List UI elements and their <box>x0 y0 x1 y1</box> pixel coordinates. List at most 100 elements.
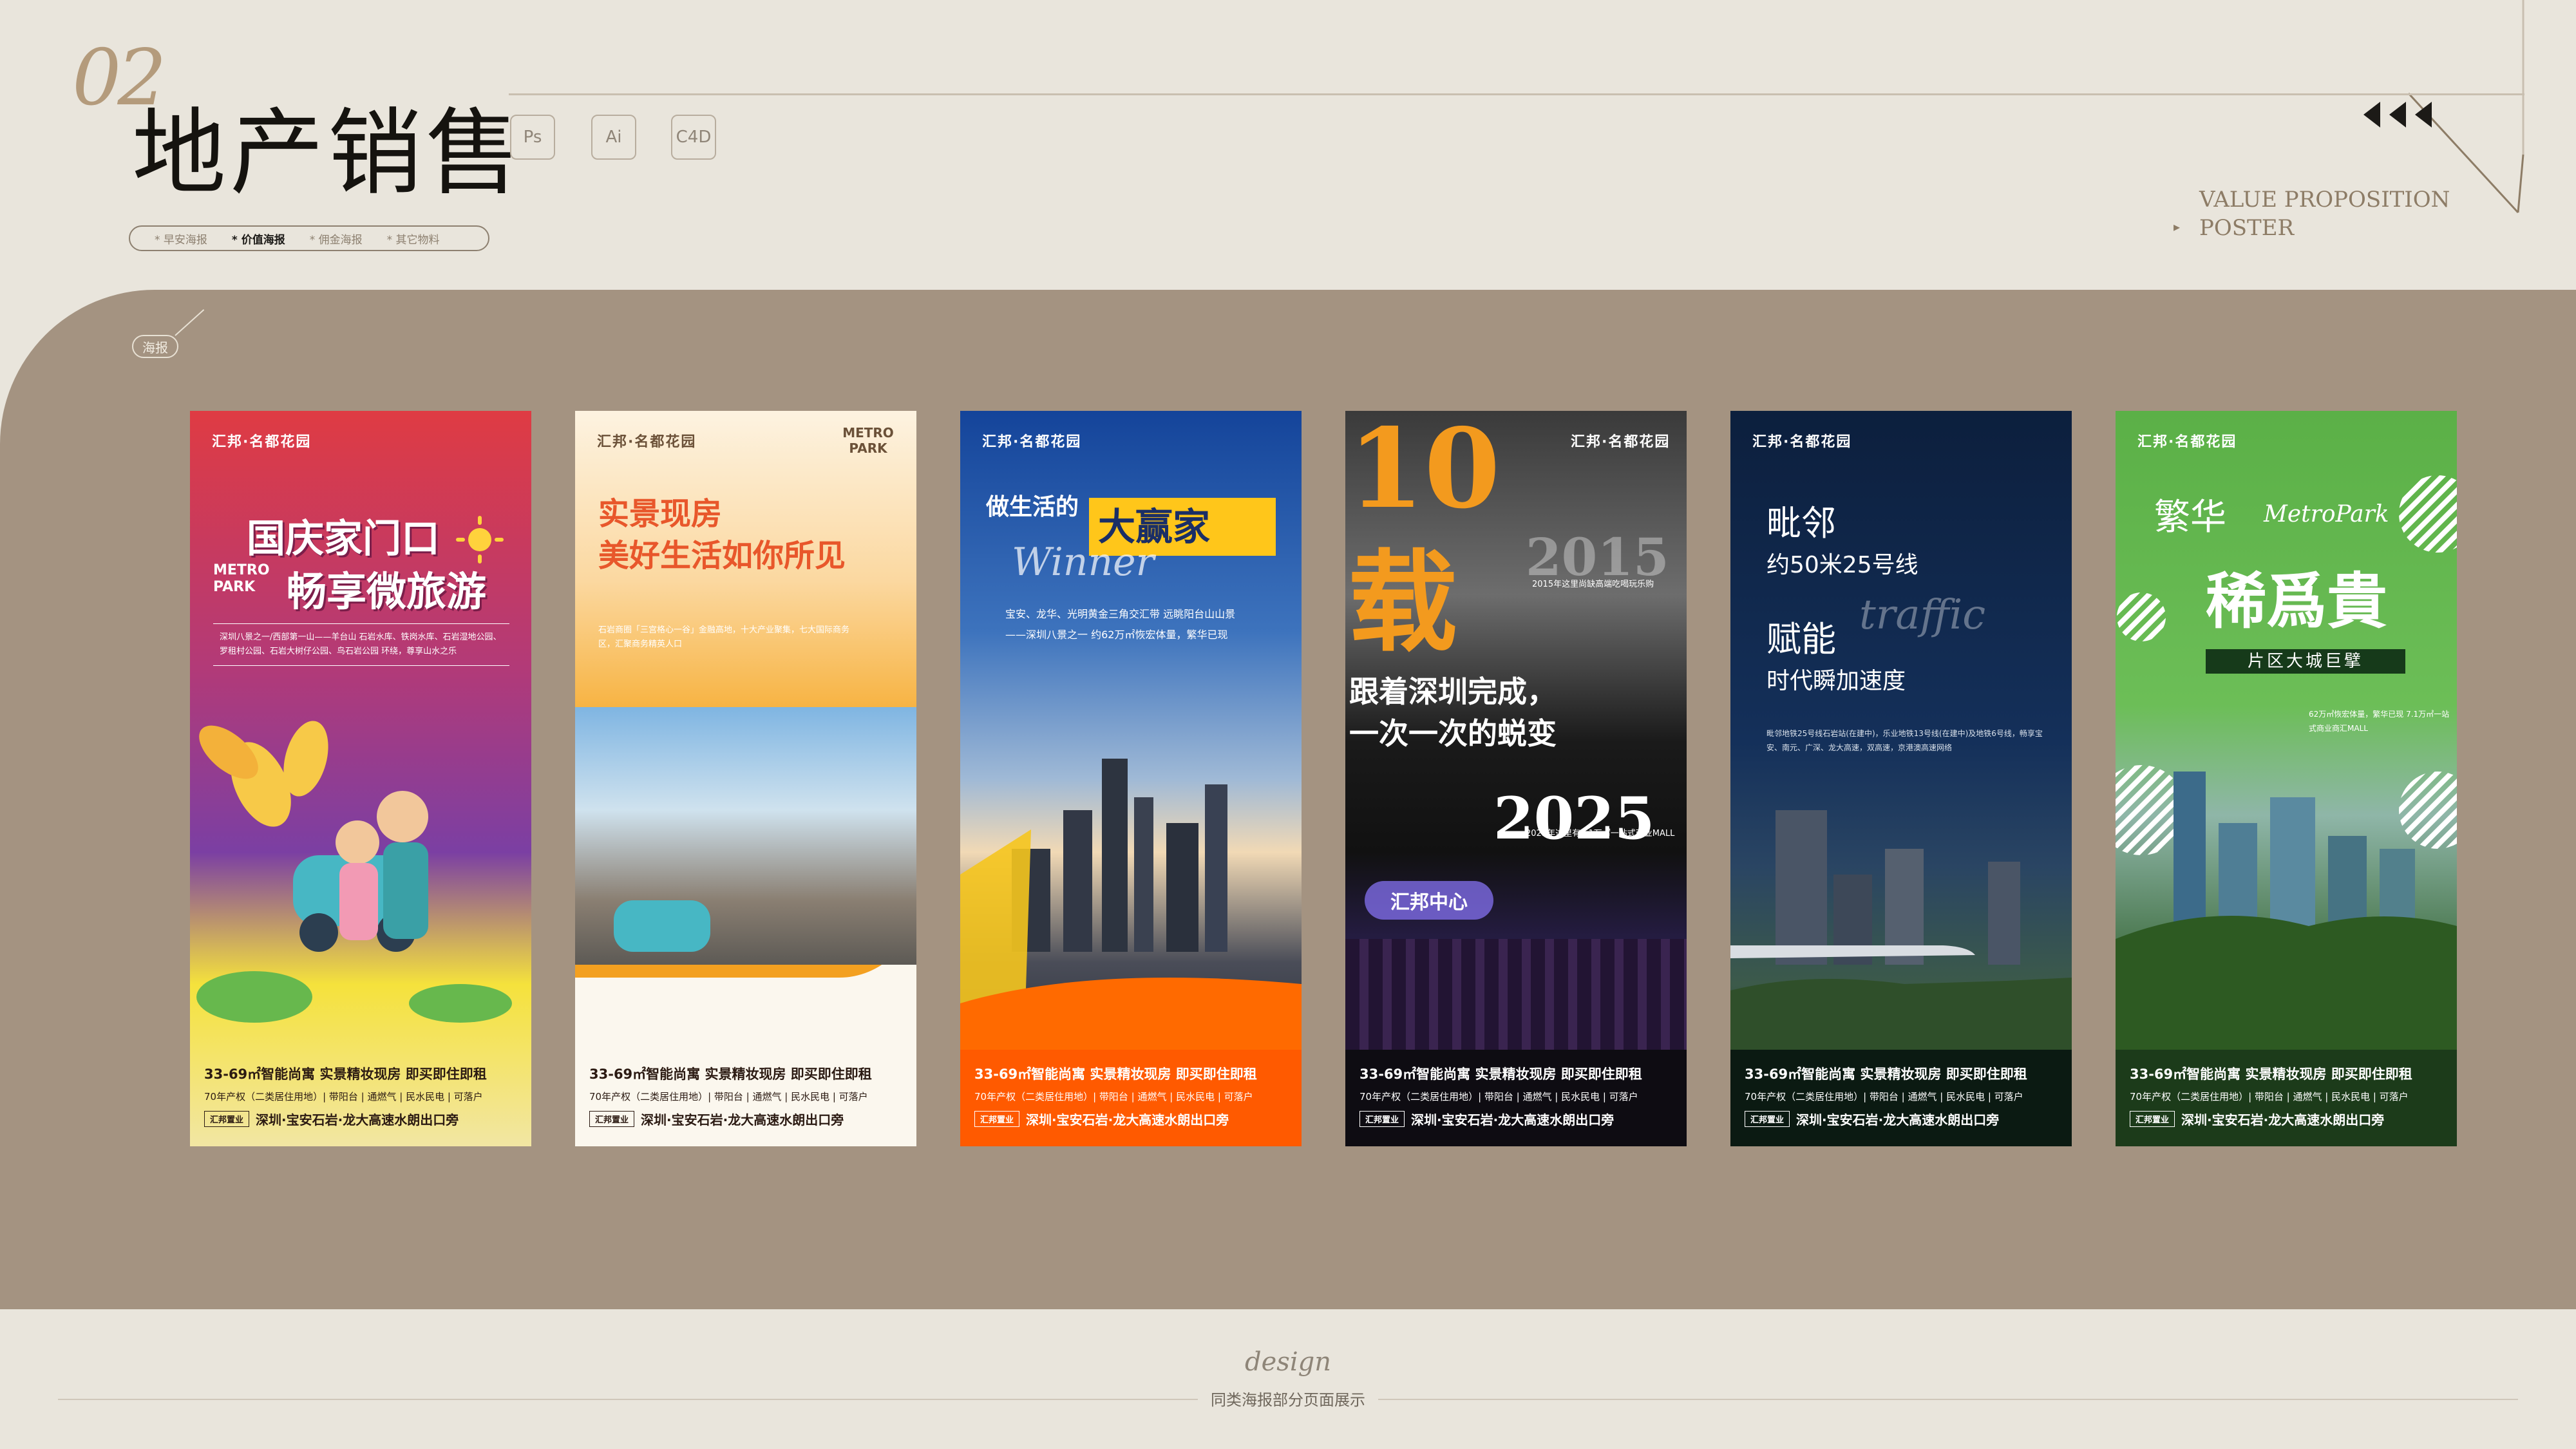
poster-foot-line-3: 汇邦置业 深圳·宝安石岩·龙大高速水朗出口旁 <box>1745 1110 2058 1128</box>
poster-foot-line-3: 汇邦置业 深圳·宝安石岩·龙大高速水朗出口旁 <box>589 1110 902 1128</box>
photoshop-icon: Ps <box>510 115 555 160</box>
tab-morning-poster[interactable]: * 早安海报 <box>155 231 207 247</box>
poster-headline-2: 一次一次的蜕变 <box>1349 716 1557 751</box>
illustrator-icon: Ai <box>591 115 636 160</box>
poster-sub-1: 约50米25号线 <box>1766 552 1918 578</box>
poster-body: 毗邻地铁25号线石岩站(在建中)，乐业地铁13号线(在建中)及地铁6号线，畅享宝… <box>1766 729 2043 752</box>
poster-body: 宝安、龙华、光明黄金三角交汇带 远眺阳台山山景——深圳八景之一 约62万㎡恢宏体… <box>1005 608 1236 641</box>
poster-logo: 汇邦·名都花园 <box>2137 434 2237 450</box>
poster-sub-2: 时代瞬加速度 <box>1766 668 1906 694</box>
poster-foot-line-1: 33-69㎡智能尚寓 实景精妆现房 即买即住即租 <box>589 1066 872 1082</box>
city-skyline <box>1730 810 2072 1055</box>
poster-logo: 汇邦·名都花园 <box>597 434 697 450</box>
poster-body: 深圳八景之一/西部第一山——羊台山 石岩水库、铁岗水库、石岩湿地公园、罗租村公园… <box>213 623 509 666</box>
poster-address: 深圳·宝安石岩·龙大高速水朗出口旁 <box>641 1112 844 1128</box>
poster-headline-2: 畅享微旅游 <box>287 568 487 615</box>
poster-foot-line-2: 70年产权（二类居住用地）| 带阳台 | 通燃气 | 民水民电 | 可落户 <box>204 1091 483 1103</box>
pointer-icon: ▸ <box>2174 219 2181 234</box>
mall-sign: 汇邦中心 <box>1365 881 1493 920</box>
poster-headline-2: 美好生活如你所见 <box>598 538 846 574</box>
poster-headline: 跟着深圳完成， <box>1349 674 1557 709</box>
poster-foot-line-2: 70年产权（二类居住用地）| 带阳台 | 通燃气 | 民水民电 | 可落户 <box>974 1091 1253 1103</box>
poster-headline: 实景现房 <box>598 496 723 532</box>
poster-logo: 汇邦·名都花园 <box>1752 434 1852 450</box>
poster-footer: 33-69㎡智能尚寓 实景精妆现房 即买即住即租 70年产权（二类居住用地）| … <box>1345 1050 1687 1146</box>
subtitle-line-2: POSTER <box>2199 215 2295 241</box>
poster-year-2025: 2025 <box>1493 784 1655 853</box>
poster-caption-1: 2015年这里尚缺高端吃喝玩乐购 <box>1532 580 1654 589</box>
poster-logo: 汇邦·名都花园 <box>212 434 312 450</box>
poster-script: traffic <box>1859 591 1986 639</box>
poster-tag: METRO PARK <box>213 562 270 595</box>
brand-box: 汇邦置业 <box>974 1111 1020 1127</box>
brand-box: 汇邦置业 <box>1745 1111 1790 1127</box>
poster-script: Winner <box>1012 540 1155 585</box>
poster-foot-line-2: 70年产权（二类居住用地）| 带阳台 | 通燃气 | 民水民电 | 可落户 <box>1745 1091 2023 1103</box>
poster-address: 深圳·宝安石岩·龙大高速水朗出口旁 <box>1026 1112 1229 1128</box>
tab-other-materials[interactable]: * 其它物料 <box>387 231 440 247</box>
poster-foot-line-2: 70年产权（二类居住用地）| 带阳台 | 通燃气 | 民水民电 | 可落户 <box>2130 1091 2409 1103</box>
page-title: 地产销售 <box>132 99 524 208</box>
category-tabs: * 早安海报 * 价值海报 * 佣金海报 * 其它物料 <box>129 225 489 251</box>
striped-circles <box>2116 475 2457 1068</box>
poster-footer: 33-69㎡智能尚寓 实景精妆现房 即买即住即租 70年产权（二类居住用地）| … <box>190 1050 531 1146</box>
band-tag: 海报 <box>132 335 178 358</box>
poster-footer: 33-69㎡智能尚寓 实景精妆现房 即买即住即租 70年产权（二类居住用地）| … <box>575 1050 916 1146</box>
poster-caption-2: 2025年这里有7.1万㎡一站式商业MALL <box>1526 829 1675 838</box>
poster-address: 深圳·宝安石岩·龙大高速水朗出口旁 <box>2181 1112 2385 1128</box>
header-divider <box>509 93 2524 95</box>
poster-foot-line-1: 33-69㎡智能尚寓 实景精妆现房 即买即住即租 <box>204 1066 487 1082</box>
poster-foot-line-3: 汇邦置业 深圳·宝安石岩·龙大高速水朗出口旁 <box>204 1110 517 1128</box>
poster-tag: METRO PARK <box>842 425 894 456</box>
brand-box: 汇邦置业 <box>204 1111 250 1127</box>
poster-address: 深圳·宝安石岩·龙大高速水朗出口旁 <box>1796 1112 2000 1128</box>
poster-prosperity[interactable]: 汇邦·名都花园 繁华 MetroPark 稀爲貴 片区大城巨擘 62万㎡恢宏体量… <box>2116 411 2457 1146</box>
value-proposition-label: VALUE PROPOSITION POSTER <box>2199 185 2450 242</box>
sun-icon <box>456 516 504 564</box>
poster-foot-line-2: 70年产权（二类居住用地）| 带阳台 | 通燃气 | 民水民电 | 可落户 <box>1359 1091 1638 1103</box>
arrow-left-icon[interactable] <box>2363 102 2380 128</box>
poster-address: 深圳·宝安石岩·龙大高速水朗出口旁 <box>256 1112 459 1128</box>
poster-foot-line-3: 汇邦置业 深圳·宝安石岩·龙大高速水朗出口旁 <box>1359 1110 1672 1128</box>
poster-foot-line-3: 汇邦置业 深圳·宝安石岩·龙大高速水朗出口旁 <box>2130 1110 2443 1128</box>
car-illustration <box>614 900 710 952</box>
arrow-left-icon[interactable] <box>2415 102 2432 128</box>
poster-metro-line[interactable]: 汇邦·名都花园 毗邻 约50米25号线 赋能 时代瞬加速度 traffic 毗邻… <box>1730 411 2072 1146</box>
arrow-left-icon[interactable] <box>2389 102 2406 128</box>
poster-real-house[interactable]: 汇邦·名都花园 METRO PARK 实景现房 美好生活如你所见 石岩商圈「三宫… <box>575 411 916 1146</box>
poster-foot-line-1: 33-69㎡智能尚寓 实景精妆现房 即买即住即租 <box>1745 1066 2027 1082</box>
poster-ten-years[interactable]: 汇邦·名都花园 10 载 2015 2015年这里尚缺高端吃喝玩乐购 跟着深圳完… <box>1345 411 1687 1146</box>
poster-big-char: 载 <box>1348 538 1458 667</box>
poster-footer: 33-69㎡智能尚寓 实景精妆现房 即买即住即租 70年产权（二类居住用地）| … <box>960 1050 1302 1146</box>
poster-address: 深圳·宝安石岩·龙大高速水朗出口旁 <box>1411 1112 1615 1128</box>
poster-headline: 国庆家门口 <box>247 516 440 562</box>
brand-box: 汇邦置业 <box>1359 1111 1405 1127</box>
poster-foot-line-1: 33-69㎡智能尚寓 实景精妆现房 即买即住即租 <box>2130 1066 2412 1082</box>
poster-footer: 33-69㎡智能尚寓 实景精妆现房 即买即住即租 70年产权（二类居住用地）| … <box>2116 1050 2457 1146</box>
tab-commission-poster[interactable]: * 佣金海报 <box>310 231 363 247</box>
poster-body: 石岩商圈「三宫格心一谷」金融高地，十大产业聚集，七大国际商务区，汇聚商务精英人口 <box>598 625 850 649</box>
tab-value-poster[interactable]: * 价值海报 <box>232 231 285 247</box>
poster-footer: 33-69㎡智能尚寓 实景精妆现房 即买即住即租 70年产权（二类居住用地）| … <box>1730 1050 2072 1146</box>
poster-winner[interactable]: 汇邦·名都花园 做生活的 大赢家 Winner 宝安、龙华、光明黄金三角交汇带 … <box>960 411 1302 1146</box>
brand-box: 汇邦置业 <box>2130 1111 2175 1127</box>
poster-foot-line-3: 汇邦置业 深圳·宝安石岩·龙大高速水朗出口旁 <box>974 1110 1287 1128</box>
poster-headline-2: 赋能 <box>1766 619 1836 659</box>
cinema4d-icon: C4D <box>671 115 716 160</box>
brand-box: 汇邦置业 <box>589 1111 635 1127</box>
poster-foot-line-1: 33-69㎡智能尚寓 实景精妆现房 即买即住即租 <box>974 1066 1257 1082</box>
footer-caption-text: 同类海报部分页面展示 <box>1198 1391 1378 1409</box>
poster-headline: 做生活的 <box>986 494 1079 520</box>
poster-logo: 汇邦·名都花园 <box>982 434 1082 450</box>
footer-design-word: design <box>1245 1347 1331 1377</box>
poster-headline: 毗邻 <box>1766 503 1836 544</box>
poster-foot-line-1: 33-69㎡智能尚寓 实景精妆现房 即买即住即租 <box>1359 1066 1642 1082</box>
poster-foot-line-2: 70年产权（二类居住用地）| 带阳台 | 通燃气 | 民水民电 | 可落户 <box>589 1091 868 1103</box>
poster-logo: 汇邦·名都花园 <box>1571 434 1671 450</box>
subtitle-line-1: VALUE PROPOSITION <box>2199 187 2450 213</box>
city-skyline <box>960 759 1302 1055</box>
crowd-photo <box>1345 939 1687 1055</box>
family-car-illustration <box>196 721 512 1023</box>
poster-national-day[interactable]: 汇邦·名都花园 国庆家门口 畅享微旅游 METRO PARK 深圳八景之一/西部… <box>190 411 531 1146</box>
footer-caption: 同类海报部分页面展示 <box>0 1387 2576 1410</box>
